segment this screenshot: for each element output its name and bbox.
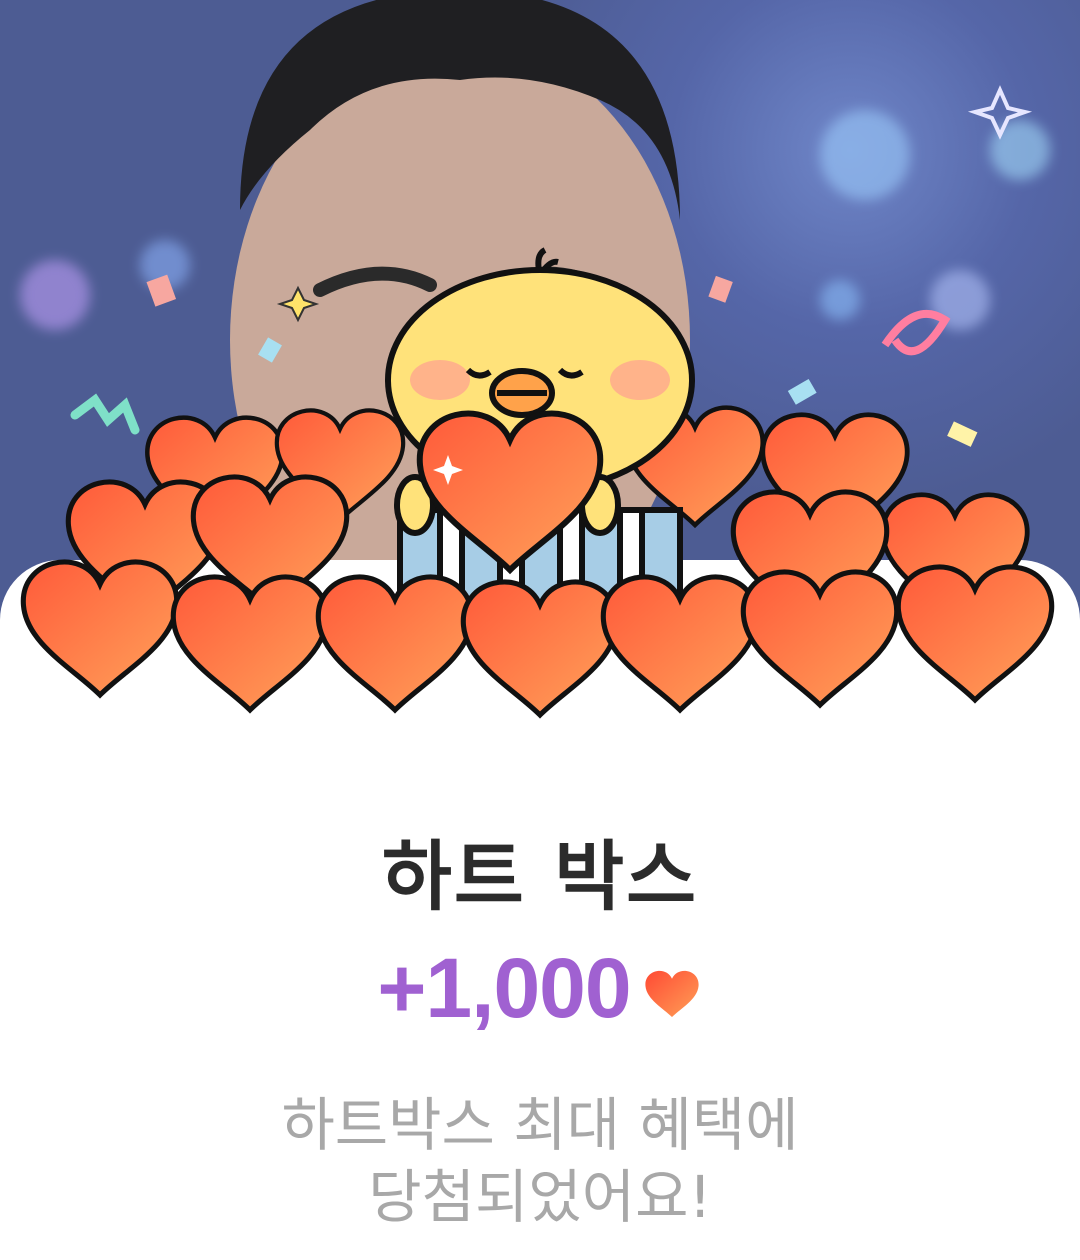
reward-amount: +1,000 [377, 941, 631, 1035]
reward-message-line2: 당첨되었어요! [368, 1163, 712, 1231]
heart-icon [645, 970, 699, 1017]
reward-title: 하트 박스 [381, 832, 699, 921]
heart-box-illustration [0, 247, 1080, 750]
reward-amount-row: +1,000 [0, 940, 1080, 1037]
